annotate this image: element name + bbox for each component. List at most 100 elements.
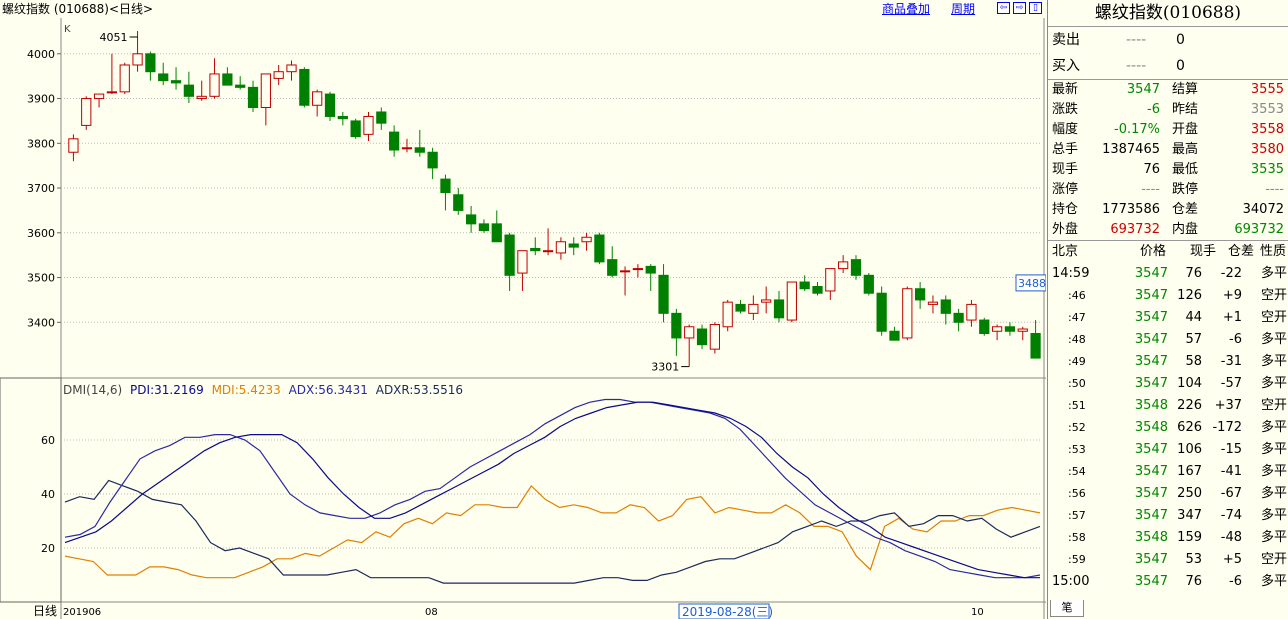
candle[interactable] — [658, 264, 669, 323]
candle[interactable] — [504, 232, 515, 291]
quote-label: 最低 — [1172, 162, 1199, 177]
candle[interactable] — [337, 111, 348, 126]
candle[interactable] — [158, 62, 169, 86]
y-tick-label: 3600 — [27, 227, 55, 240]
arrow-left-icon[interactable]: ⇦ — [997, 2, 1010, 14]
candle[interactable] — [838, 255, 849, 274]
candle[interactable] — [286, 60, 297, 81]
candle[interactable] — [748, 295, 759, 321]
trade-price: 3548 — [1134, 530, 1168, 545]
candle-body — [607, 259, 618, 276]
candle[interactable] — [465, 205, 477, 233]
trade-nature: 多平 — [1260, 442, 1287, 457]
candle[interactable] — [324, 91, 336, 121]
candle[interactable] — [1004, 322, 1016, 336]
candle-body — [799, 281, 810, 290]
candle[interactable] — [491, 210, 502, 243]
candle[interactable] — [825, 268, 836, 300]
candle[interactable] — [594, 232, 605, 265]
trade-volume: 76 — [1185, 266, 1202, 281]
commodity-overlay-link[interactable]: 商品叠加 — [882, 1, 930, 17]
candle[interactable] — [696, 324, 708, 350]
candle[interactable] — [671, 308, 682, 356]
candle[interactable] — [273, 64, 284, 86]
candle[interactable] — [761, 286, 772, 314]
candle[interactable] — [170, 67, 182, 90]
candle[interactable] — [902, 286, 913, 341]
candle[interactable] — [196, 80, 207, 101]
candle[interactable] — [607, 246, 618, 278]
candlestick-series[interactable] — [68, 30, 1041, 367]
candle[interactable] — [260, 73, 271, 126]
candle[interactable] — [953, 308, 964, 332]
candle[interactable] — [235, 76, 246, 90]
trade-oi-change: -31 — [1220, 354, 1242, 369]
low-marker: 3301 — [651, 361, 679, 374]
candle[interactable] — [555, 237, 567, 260]
candle[interactable] — [401, 138, 413, 153]
candle[interactable] — [183, 71, 194, 104]
candle[interactable] — [299, 67, 310, 108]
candle[interactable] — [863, 273, 874, 296]
candle[interactable] — [581, 232, 592, 251]
header-oi: 仓差 — [1228, 244, 1255, 259]
candle[interactable] — [876, 286, 887, 336]
candle[interactable] — [773, 290, 785, 323]
candle[interactable] — [927, 295, 939, 314]
candle[interactable] — [568, 237, 579, 256]
candle[interactable] — [350, 118, 361, 139]
candle[interactable] — [478, 219, 490, 233]
candle[interactable] — [799, 275, 810, 291]
candle[interactable] — [376, 107, 387, 130]
period-link[interactable]: 周期 — [951, 1, 975, 17]
trade-oi-change: -57 — [1220, 376, 1242, 391]
x-label-08: 08 — [425, 607, 438, 618]
candle[interactable] — [889, 326, 900, 341]
candle[interactable] — [530, 237, 541, 256]
candle[interactable] — [247, 80, 259, 112]
candle[interactable] — [1030, 320, 1041, 359]
chart-area[interactable]: 4000 3900 3800 3700 3600 3500 3400 K 4051 3301 3… — [0, 18, 1046, 619]
candle[interactable] — [389, 125, 400, 157]
candle-body — [196, 95, 207, 100]
candle[interactable] — [222, 67, 233, 86]
main-grid — [61, 53, 1042, 323]
candle-body — [517, 250, 528, 274]
trade-row: :50 3547 104 -57 多平 — [1048, 373, 1288, 395]
candle[interactable] — [812, 282, 823, 296]
tick-tab[interactable]: 笔 — [1050, 600, 1084, 617]
candle[interactable] — [312, 89, 323, 117]
candle[interactable] — [966, 299, 977, 327]
candle[interactable] — [1017, 326, 1028, 341]
candle[interactable] — [645, 264, 656, 291]
arrow-right-icon[interactable]: ⇨ — [1013, 2, 1026, 14]
candle[interactable] — [209, 58, 220, 99]
trade-time: :47 — [1068, 311, 1086, 324]
candle[interactable] — [619, 266, 631, 296]
candle[interactable] — [440, 174, 451, 211]
candle[interactable] — [735, 299, 746, 314]
candle[interactable] — [363, 111, 374, 142]
candle[interactable] — [786, 281, 797, 323]
candle[interactable] — [81, 96, 92, 130]
candle[interactable] — [68, 134, 79, 162]
candle[interactable] — [517, 250, 528, 291]
candle[interactable] — [145, 51, 156, 81]
candle[interactable] — [709, 322, 720, 354]
candle[interactable] — [684, 324, 695, 367]
candle[interactable] — [453, 188, 464, 215]
candle[interactable] — [991, 324, 1003, 341]
candle[interactable] — [632, 264, 644, 278]
candle[interactable] — [106, 53, 118, 95]
layout-toggle-icon[interactable]: ▯ — [1029, 2, 1042, 14]
candle[interactable] — [915, 282, 926, 309]
candle[interactable] — [414, 129, 425, 157]
candle[interactable] — [940, 295, 951, 325]
candle[interactable] — [119, 62, 130, 95]
candle[interactable] — [427, 147, 438, 180]
candle[interactable] — [850, 255, 862, 280]
candle[interactable] — [722, 299, 733, 332]
candle[interactable] — [979, 317, 990, 336]
quote-label: 仓差 — [1172, 202, 1199, 217]
candle[interactable] — [93, 93, 105, 108]
